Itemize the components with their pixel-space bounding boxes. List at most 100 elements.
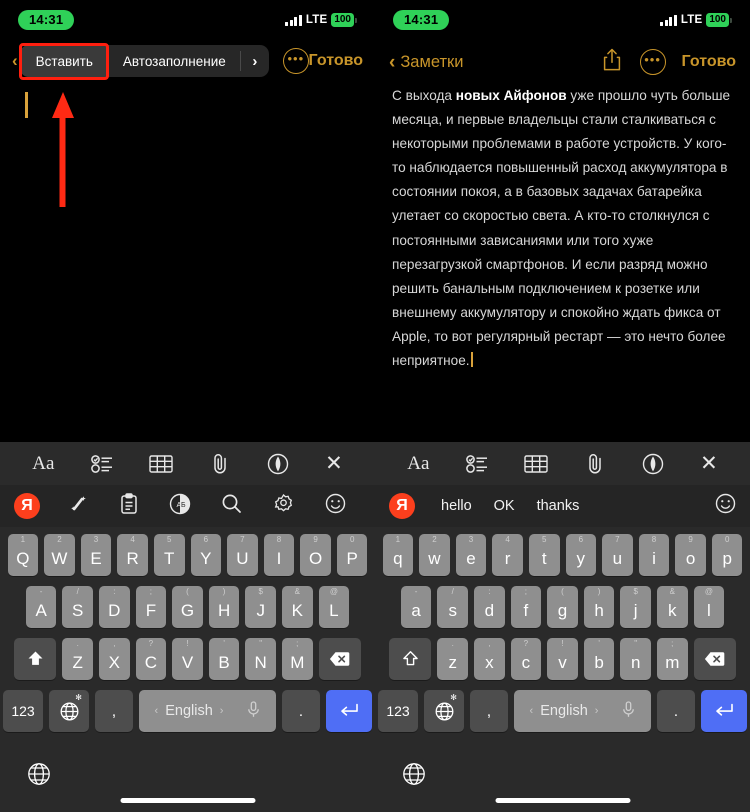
comma-key[interactable]: , (470, 690, 508, 732)
key-W[interactable]: 2W (44, 534, 75, 576)
key-E[interactable]: 3E (80, 534, 112, 576)
key-S[interactable]: / S (62, 586, 94, 628)
key-w[interactable]: 2w (419, 534, 450, 576)
autofill-button[interactable]: Автозаполнение (109, 45, 240, 77)
paste-button[interactable]: Вставить (19, 45, 109, 77)
ellipsis-circle-icon[interactable]: ••• (639, 49, 666, 75)
key-Y[interactable]: 6Y (190, 534, 222, 576)
emoji-smiley-icon[interactable] (715, 493, 736, 519)
attachment-paperclip-icon[interactable] (210, 453, 230, 475)
key-u[interactable]: 7u (602, 534, 633, 576)
key-X[interactable]: ,X (99, 638, 130, 680)
bottom-globe-language-icon[interactable] (26, 761, 52, 792)
key-J[interactable]: $ J (245, 586, 276, 628)
return-enter-icon[interactable] (326, 690, 372, 732)
key-a[interactable]: -a (400, 586, 432, 628)
key-F[interactable]: ; F (135, 586, 167, 628)
key-V[interactable]: ! V (172, 638, 203, 680)
table-icon[interactable] (149, 454, 174, 474)
yandex-logo-icon[interactable]: Я (389, 493, 415, 519)
key-C[interactable]: ? C (135, 638, 167, 680)
shift-arrow-icon[interactable] (389, 638, 432, 680)
key-H[interactable]: ) H (208, 586, 240, 628)
key-i[interactable]: 8i (638, 534, 670, 576)
ellipsis-circle-icon[interactable]: ••• (283, 48, 309, 74)
key-j[interactable]: $ j (620, 586, 651, 628)
done-button[interactable]: Готово (309, 52, 363, 70)
key-B[interactable]: ' B (208, 638, 240, 680)
period-key[interactable]: . (282, 690, 320, 732)
space-key[interactable]: ‹ English › (139, 690, 276, 732)
key-y[interactable]: 6y (565, 534, 597, 576)
key-q[interactable]: 1q (382, 534, 414, 576)
next-language-chevron-icon[interactable]: › (595, 705, 599, 717)
key-I[interactable]: 8I (263, 534, 295, 576)
checklist-icon[interactable] (91, 454, 113, 474)
key-e[interactable]: 3e (455, 534, 487, 576)
key-G[interactable]: (G (172, 586, 203, 628)
key-l[interactable]: @ l (693, 586, 725, 628)
key-r[interactable]: 4r (492, 534, 523, 576)
attachment-paperclip-icon[interactable] (585, 453, 605, 475)
key-O[interactable]: 9O (300, 534, 331, 576)
close-icon[interactable]: ✕ (700, 451, 718, 476)
text-format-icon[interactable]: Aa (407, 453, 429, 475)
settings-gear-icon[interactable] (273, 493, 294, 519)
space-key[interactable]: ‹ English › (514, 690, 651, 732)
emoji-smiley-icon[interactable] (325, 493, 346, 519)
key-c[interactable]: ? c (510, 638, 542, 680)
key-g[interactable]: (g (547, 586, 578, 628)
note-body-text[interactable]: С выхода новых Айфонов уже прошло чуть б… (375, 84, 750, 373)
magic-wand-icon[interactable] (69, 494, 89, 519)
suggestion-word-1[interactable]: hello (441, 498, 472, 514)
back-to-notes-button[interactable]: ‹ Заметки (389, 53, 463, 72)
markup-pen-icon[interactable] (642, 453, 664, 475)
key-U[interactable]: 7U (227, 534, 258, 576)
next-language-chevron-icon[interactable]: › (220, 705, 224, 717)
suggestion-word-3[interactable]: thanks (537, 498, 580, 514)
period-key[interactable]: . (657, 690, 695, 732)
prev-language-chevron-icon[interactable]: ‹ (530, 705, 534, 717)
key-b[interactable]: ' b (583, 638, 615, 680)
microphone-icon[interactable] (247, 700, 260, 722)
key-Q[interactable]: 1Q (7, 534, 39, 576)
key-p[interactable]: 0p (711, 534, 743, 576)
comma-key[interactable]: , (95, 690, 133, 732)
key-K[interactable]: & K (281, 586, 313, 628)
prev-language-chevron-icon[interactable]: ‹ (155, 705, 159, 717)
key-N[interactable]: " N (245, 638, 276, 680)
numbers-key[interactable]: 123 (378, 690, 418, 732)
key-D[interactable]: :D (99, 586, 130, 628)
suggestion-word-2[interactable]: OK (494, 498, 515, 514)
key-n[interactable]: " n (620, 638, 651, 680)
markup-pen-icon[interactable] (267, 453, 289, 475)
search-icon[interactable] (221, 493, 242, 519)
key-x[interactable]: ,x (474, 638, 505, 680)
key-m[interactable]: ; m (656, 638, 688, 680)
key-L[interactable]: @ L (318, 586, 350, 628)
autofill-back-chevron-icon[interactable]: ‹ (12, 51, 18, 71)
checklist-icon[interactable] (466, 454, 488, 474)
backspace-delete-icon[interactable] (318, 638, 361, 680)
globe-language-icon[interactable]: ✻ (49, 690, 89, 732)
key-s[interactable]: / s (437, 586, 469, 628)
return-enter-icon[interactable] (701, 690, 747, 732)
text-format-icon[interactable]: Aa (32, 453, 54, 475)
translate-icon[interactable]: A Б (169, 493, 191, 520)
key-k[interactable]: & k (656, 586, 688, 628)
key-P[interactable]: 0P (336, 534, 368, 576)
key-R[interactable]: 4R (117, 534, 148, 576)
key-o[interactable]: 9o (675, 534, 706, 576)
backspace-delete-icon[interactable] (693, 638, 736, 680)
key-M[interactable]: ; M (281, 638, 313, 680)
yandex-logo-icon[interactable]: Я (14, 493, 40, 519)
shift-arrow-icon[interactable] (14, 638, 57, 680)
bottom-globe-language-icon[interactable] (401, 761, 427, 792)
numbers-key[interactable]: 123 (3, 690, 43, 732)
done-button[interactable]: Готово (682, 53, 736, 71)
key-t[interactable]: 5t (528, 534, 560, 576)
autofill-next-chevron-icon[interactable]: › (241, 45, 269, 77)
key-T[interactable]: 5T (153, 534, 185, 576)
microphone-icon[interactable] (622, 700, 635, 722)
share-icon[interactable] (602, 48, 622, 77)
